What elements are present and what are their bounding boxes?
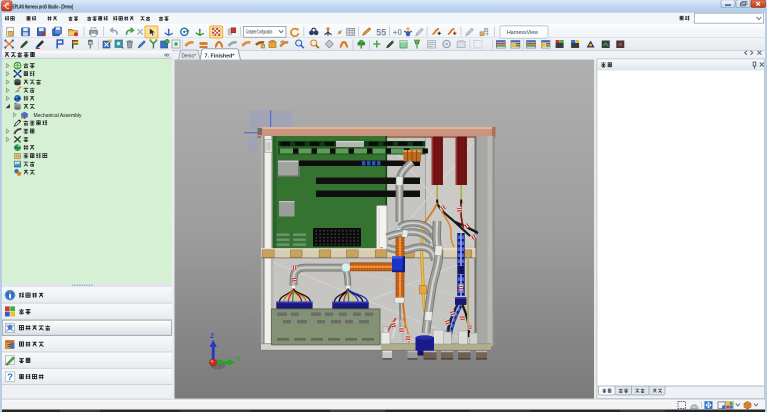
svg-text:55: 55 xyxy=(376,27,386,37)
svg-text:EPLAN Harness proD Studio - [D: EPLAN Harness proD Studio - [Demo] xyxy=(13,4,74,10)
svg-text:Complete Configuration: Complete Configuration xyxy=(246,30,273,36)
svg-text:7. Finished*: 7. Finished* xyxy=(205,53,236,59)
svg-text:Demo*: Demo* xyxy=(182,53,197,59)
svg-text:Mechanical Assembly: Mechanical Assembly xyxy=(34,113,82,119)
svg-text:+0: +0 xyxy=(393,28,403,37)
svg-text:Z: Z xyxy=(210,333,214,340)
svg-text:?: ? xyxy=(7,372,13,383)
svg-text:«: « xyxy=(166,52,170,59)
svg-text:HarnessView: HarnessView xyxy=(507,30,539,36)
